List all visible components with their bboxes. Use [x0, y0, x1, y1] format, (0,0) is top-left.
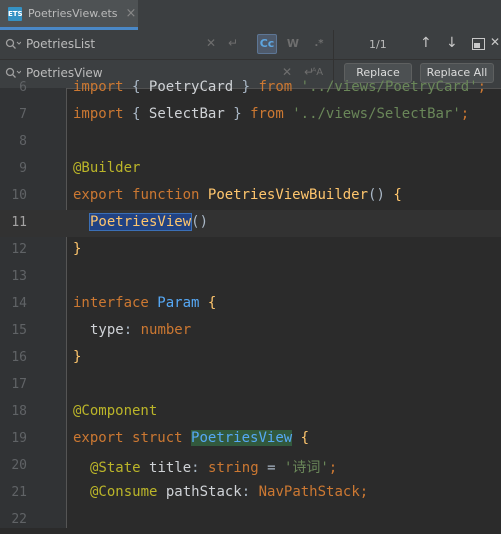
previous-occurrence-icon[interactable]: ↑ — [420, 35, 432, 51]
editor-tab-bar: ETS PoetriesView.ets × — [0, 0, 501, 31]
code-text: export struct PoetriesView { — [73, 430, 310, 446]
match-case-toggle[interactable]: Cc — [257, 34, 277, 54]
code-line: 22 — [0, 507, 501, 534]
code-text: import { PoetryCard } from '../views/Poe… — [73, 79, 487, 95]
code-line: 15 type: number — [0, 318, 501, 345]
close-find-icon[interactable]: ✕ — [490, 35, 500, 49]
match-count: 1/1 — [369, 38, 387, 51]
code-line: 10 export function PoetriesViewBuilder()… — [0, 183, 501, 210]
code-text: } — [73, 241, 82, 257]
line-number: 21 — [11, 485, 27, 500]
code-text: @Consume pathStack: NavPathStack; — [90, 484, 369, 500]
line-number: 6 — [19, 80, 27, 95]
code-line: 19 export struct PoetriesView { — [0, 426, 501, 453]
line-number: 14 — [11, 296, 27, 311]
line-number: 19 — [11, 431, 27, 446]
ets-file-icon: ETS — [8, 6, 23, 21]
code-line: 14 interface Param { — [0, 291, 501, 318]
code-text: interface Param { — [73, 295, 217, 311]
line-number: 9 — [19, 161, 27, 176]
find-input[interactable]: PoetriesList — [26, 37, 95, 51]
code-line: 21 @Consume pathStack: NavPathStack; — [0, 480, 501, 507]
code-text: @State title: string = '诗词'; — [90, 460, 338, 476]
code-text: PoetriesView() — [88, 213, 209, 231]
tab-label: PoetriesView.ets — [28, 7, 118, 20]
code-line: 6 import { PoetryCard } from '../views/P… — [0, 75, 501, 102]
code-line: 12 } — [0, 237, 501, 264]
line-number: 18 — [11, 404, 27, 419]
regex-toggle[interactable]: .* — [309, 34, 329, 54]
code-line: 17 — [0, 372, 501, 399]
current-code-line: 11 PoetriesView() — [0, 210, 501, 237]
code-text: type: number — [90, 322, 192, 338]
code-line: 16 } — [0, 345, 501, 372]
search-icon[interactable] — [5, 38, 21, 50]
code-text: @Builder — [73, 160, 141, 176]
code-line: 8 — [0, 129, 501, 156]
code-line: 20 @State title: string = '诗词'; — [0, 453, 501, 480]
tab-poetriesview[interactable]: ETS PoetriesView.ets × — [0, 0, 138, 30]
line-number: 13 — [11, 269, 27, 284]
find-field[interactable]: PoetriesList ✕ ↵ Cc W .* — [0, 30, 334, 59]
code-text: import { SelectBar } from '../views/Sele… — [73, 106, 470, 122]
line-number: 7 — [19, 107, 27, 122]
code-text: @Component — [73, 403, 158, 419]
line-number: 17 — [11, 377, 27, 392]
line-number: 20 — [11, 458, 27, 473]
code-text: } — [73, 349, 82, 365]
code-text: export function PoetriesViewBuilder() { — [73, 187, 402, 203]
line-number: 12 — [11, 242, 27, 257]
search-match: PoetriesView — [191, 430, 293, 446]
selected-match: PoetriesView — [88, 213, 193, 231]
line-number: 8 — [19, 134, 27, 149]
line-number: 16 — [11, 350, 27, 365]
find-row: PoetriesList ✕ ↵ Cc W .* 1/1 ↑ ↓ ✕ — [0, 30, 501, 60]
code-line: 9 @Builder — [0, 156, 501, 183]
line-number: 22 — [11, 512, 27, 527]
line-number: 11 — [11, 215, 27, 230]
new-line-icon[interactable]: ↵ — [228, 36, 238, 50]
code-line: 18 @Component — [0, 399, 501, 426]
whole-words-toggle[interactable]: W — [283, 34, 303, 54]
filter-window-icon[interactable] — [472, 38, 485, 50]
code-line: 13 — [0, 264, 501, 291]
line-number: 15 — [11, 323, 27, 338]
line-number: 10 — [11, 188, 27, 203]
next-occurrence-icon[interactable]: ↓ — [446, 35, 458, 51]
close-icon[interactable]: × — [126, 6, 137, 21]
code-line: 7 import { SelectBar } from '../views/Se… — [0, 102, 501, 129]
clear-find-icon[interactable]: ✕ — [206, 36, 216, 50]
code-editor[interactable]: 6 import { PoetryCard } from '../views/P… — [0, 79, 501, 528]
